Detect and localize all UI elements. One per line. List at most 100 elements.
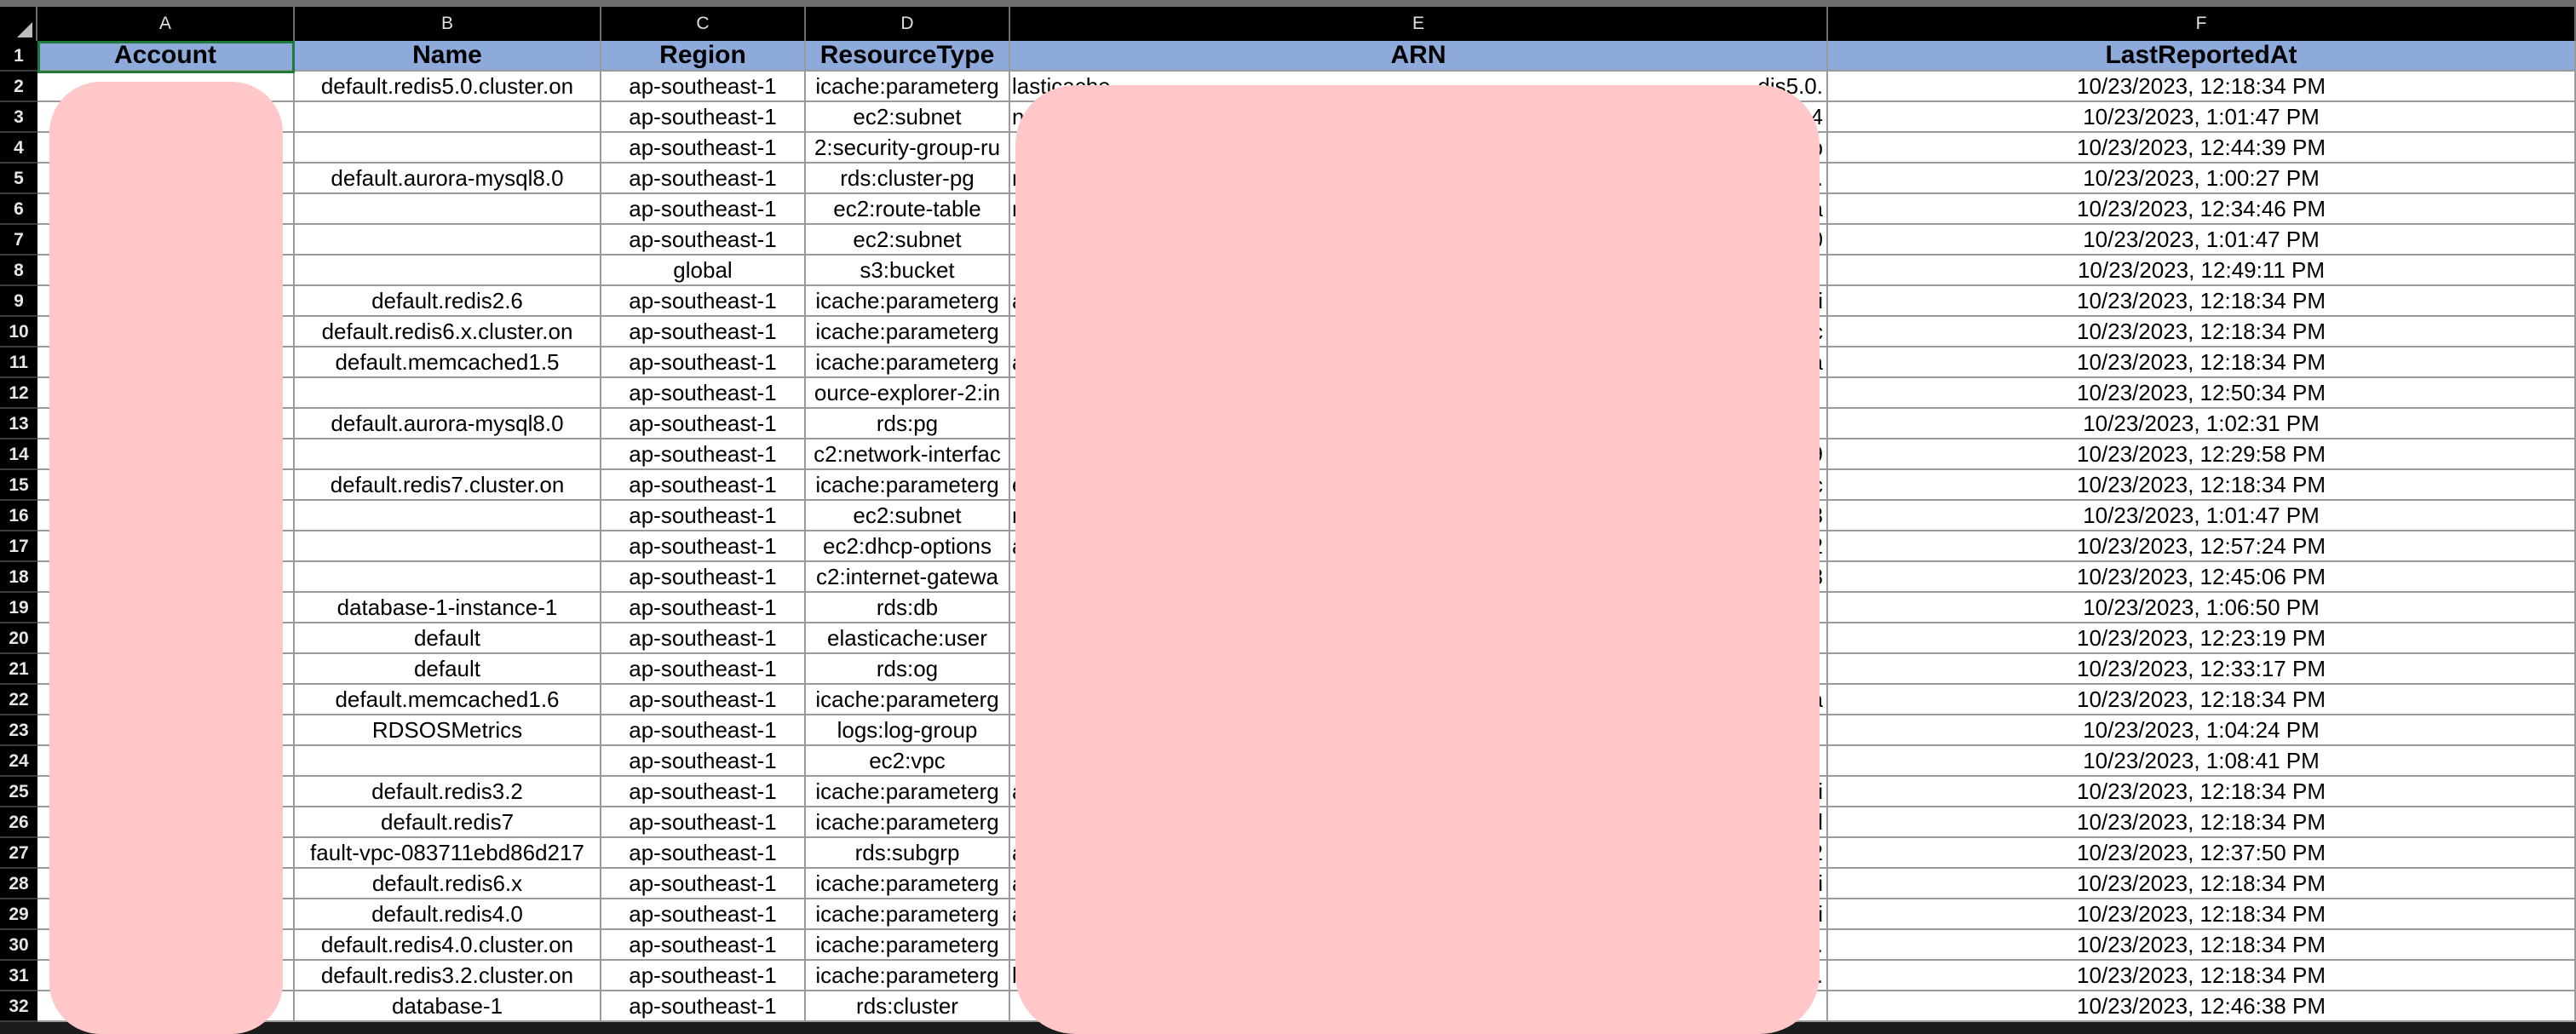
row-header[interactable]: 26 — [0, 807, 37, 838]
cell-last-reported-at[interactable]: 10/23/2023, 12:18:34 PM — [1828, 72, 2576, 102]
cell-last-reported-at[interactable]: 10/23/2023, 12:29:58 PM — [1828, 439, 2576, 470]
cell-resource-type[interactable]: icache:parameterg — [806, 930, 1010, 961]
row-header[interactable]: 6 — [0, 194, 37, 225]
cell-resource-type[interactable]: ource-explorer-2:in — [806, 378, 1010, 409]
row-header[interactable]: 12 — [0, 378, 37, 409]
cell-region[interactable]: ap-southeast-1 — [601, 317, 806, 348]
column-header-d[interactable]: D — [806, 7, 1010, 41]
row-header[interactable]: 19 — [0, 593, 37, 623]
cell-last-reported-at[interactable]: 10/23/2023, 1:06:50 PM — [1828, 593, 2576, 623]
cell-region[interactable]: ap-southeast-1 — [601, 531, 806, 562]
cell-last-reported-at[interactable]: 10/23/2023, 1:08:41 PM — [1828, 746, 2576, 777]
row-header[interactable]: 4 — [0, 133, 37, 164]
cell-resource-type[interactable]: ec2:subnet — [806, 225, 1010, 256]
cell-region[interactable]: ap-southeast-1 — [601, 194, 806, 225]
row-header[interactable]: 22 — [0, 685, 37, 715]
cell-resource-type[interactable]: icache:parameterg — [806, 72, 1010, 102]
cell-region[interactable]: ap-southeast-1 — [601, 961, 806, 991]
row-header[interactable]: 30 — [0, 930, 37, 961]
cell-last-reported-at[interactable]: 10/23/2023, 12:57:24 PM — [1828, 531, 2576, 562]
cell-name[interactable]: fault-vpc-083711ebd86d217 — [295, 838, 601, 869]
cell-last-reported-at[interactable]: 10/23/2023, 12:18:34 PM — [1828, 869, 2576, 899]
cell-last-reported-at[interactable]: 10/23/2023, 12:18:34 PM — [1828, 961, 2576, 991]
cell-last-reported-at[interactable]: 10/23/2023, 12:37:50 PM — [1828, 838, 2576, 869]
cell-resource-type[interactable]: icache:parameterg — [806, 899, 1010, 930]
cell-resource-type[interactable]: elasticache:user — [806, 623, 1010, 654]
cell-resource-type[interactable]: icache:parameterg — [806, 685, 1010, 715]
column-header-f[interactable]: F — [1828, 7, 2576, 41]
cell-name[interactable]: default.redis6.x.cluster.on — [295, 317, 601, 348]
cell-region[interactable]: ap-southeast-1 — [601, 715, 806, 746]
cell-last-reported-at[interactable]: 10/23/2023, 12:18:34 PM — [1828, 317, 2576, 348]
cell-last-reported-at[interactable]: 10/23/2023, 12:18:34 PM — [1828, 899, 2576, 930]
cell-name[interactable] — [295, 102, 601, 133]
cell-last-reported-at[interactable]: 10/23/2023, 12:46:38 PM — [1828, 991, 2576, 1022]
cell-last-reported-at[interactable]: 10/23/2023, 12:18:34 PM — [1828, 685, 2576, 715]
cell-region[interactable]: ap-southeast-1 — [601, 869, 806, 899]
cell-name[interactable] — [295, 225, 601, 256]
cell-last-reported-at[interactable]: 10/23/2023, 12:18:34 PM — [1828, 470, 2576, 501]
cell-name[interactable]: default — [295, 623, 601, 654]
row-header[interactable]: 10 — [0, 317, 37, 348]
cell-region[interactable]: ap-southeast-1 — [601, 838, 806, 869]
cell-region[interactable]: ap-southeast-1 — [601, 654, 806, 685]
cell-name[interactable]: default.memcached1.5 — [295, 348, 601, 378]
row-header[interactable]: 15 — [0, 470, 37, 501]
cell-resource-type[interactable]: logs:log-group — [806, 715, 1010, 746]
cell-last-reported-at[interactable]: 10/23/2023, 12:18:34 PM — [1828, 807, 2576, 838]
cell-resource-type[interactable]: ec2:subnet — [806, 102, 1010, 133]
cell-resource-type[interactable]: icache:parameterg — [806, 286, 1010, 317]
cell-name[interactable] — [295, 256, 601, 286]
cell-region[interactable]: ap-southeast-1 — [601, 777, 806, 807]
cell-resource-type[interactable]: ec2:subnet — [806, 501, 1010, 531]
cell-last-reported-at[interactable]: 10/23/2023, 12:18:34 PM — [1828, 286, 2576, 317]
cell-name[interactable]: default.redis3.2.cluster.on — [295, 961, 601, 991]
cell-region[interactable]: ap-southeast-1 — [601, 439, 806, 470]
cell-last-reported-at[interactable]: 10/23/2023, 12:49:11 PM — [1828, 256, 2576, 286]
cell-name[interactable] — [295, 501, 601, 531]
cell-resource-type[interactable]: rds:cluster-pg — [806, 164, 1010, 194]
row-header[interactable]: 18 — [0, 562, 37, 593]
cell-name[interactable] — [295, 562, 601, 593]
cell-last-reported-at[interactable]: 10/23/2023, 12:50:34 PM — [1828, 378, 2576, 409]
row-header[interactable]: 31 — [0, 961, 37, 991]
row-header[interactable]: 21 — [0, 654, 37, 685]
cell-resource-type[interactable]: c2:internet-gatewa — [806, 562, 1010, 593]
row-header[interactable]: 13 — [0, 409, 37, 439]
cell-last-reported-at[interactable]: 10/23/2023, 12:18:34 PM — [1828, 777, 2576, 807]
header-last-reported-at[interactable]: LastReportedAt — [1828, 41, 2576, 72]
cell-region[interactable]: global — [601, 256, 806, 286]
cell-resource-type[interactable]: icache:parameterg — [806, 807, 1010, 838]
row-header[interactable]: 8 — [0, 256, 37, 286]
cell-region[interactable]: ap-southeast-1 — [601, 409, 806, 439]
cell-resource-type[interactable]: icache:parameterg — [806, 961, 1010, 991]
cell-name[interactable]: default.redis2.6 — [295, 286, 601, 317]
column-header-e[interactable]: E — [1010, 7, 1828, 41]
row-header[interactable]: 27 — [0, 838, 37, 869]
cell-resource-type[interactable]: rds:subgrp — [806, 838, 1010, 869]
row-header[interactable]: 20 — [0, 623, 37, 654]
cell-resource-type[interactable]: rds:db — [806, 593, 1010, 623]
row-header[interactable]: 29 — [0, 899, 37, 930]
cell-region[interactable]: ap-southeast-1 — [601, 930, 806, 961]
cell-name[interactable]: database-1 — [295, 991, 601, 1022]
cell-name[interactable]: RDSOSMetrics — [295, 715, 601, 746]
row-header[interactable]: 2 — [0, 72, 37, 102]
row-header[interactable]: 25 — [0, 777, 37, 807]
header-resource-type[interactable]: ResourceType — [806, 41, 1010, 72]
cell-resource-type[interactable]: ec2:route-table — [806, 194, 1010, 225]
cell-name[interactable] — [295, 531, 601, 562]
cell-name[interactable]: default.redis7 — [295, 807, 601, 838]
cell-last-reported-at[interactable]: 10/23/2023, 12:34:46 PM — [1828, 194, 2576, 225]
cell-name[interactable] — [295, 133, 601, 164]
cell-last-reported-at[interactable]: 10/23/2023, 12:44:39 PM — [1828, 133, 2576, 164]
row-header[interactable]: 17 — [0, 531, 37, 562]
cell-region[interactable]: ap-southeast-1 — [601, 593, 806, 623]
column-header-a[interactable]: A — [37, 7, 295, 41]
row-header[interactable]: 5 — [0, 164, 37, 194]
row-header[interactable]: 11 — [0, 348, 37, 378]
cell-resource-type[interactable]: icache:parameterg — [806, 470, 1010, 501]
cell-name[interactable] — [295, 439, 601, 470]
cell-name[interactable]: default.redis6.x — [295, 869, 601, 899]
cell-resource-type[interactable]: ec2:vpc — [806, 746, 1010, 777]
